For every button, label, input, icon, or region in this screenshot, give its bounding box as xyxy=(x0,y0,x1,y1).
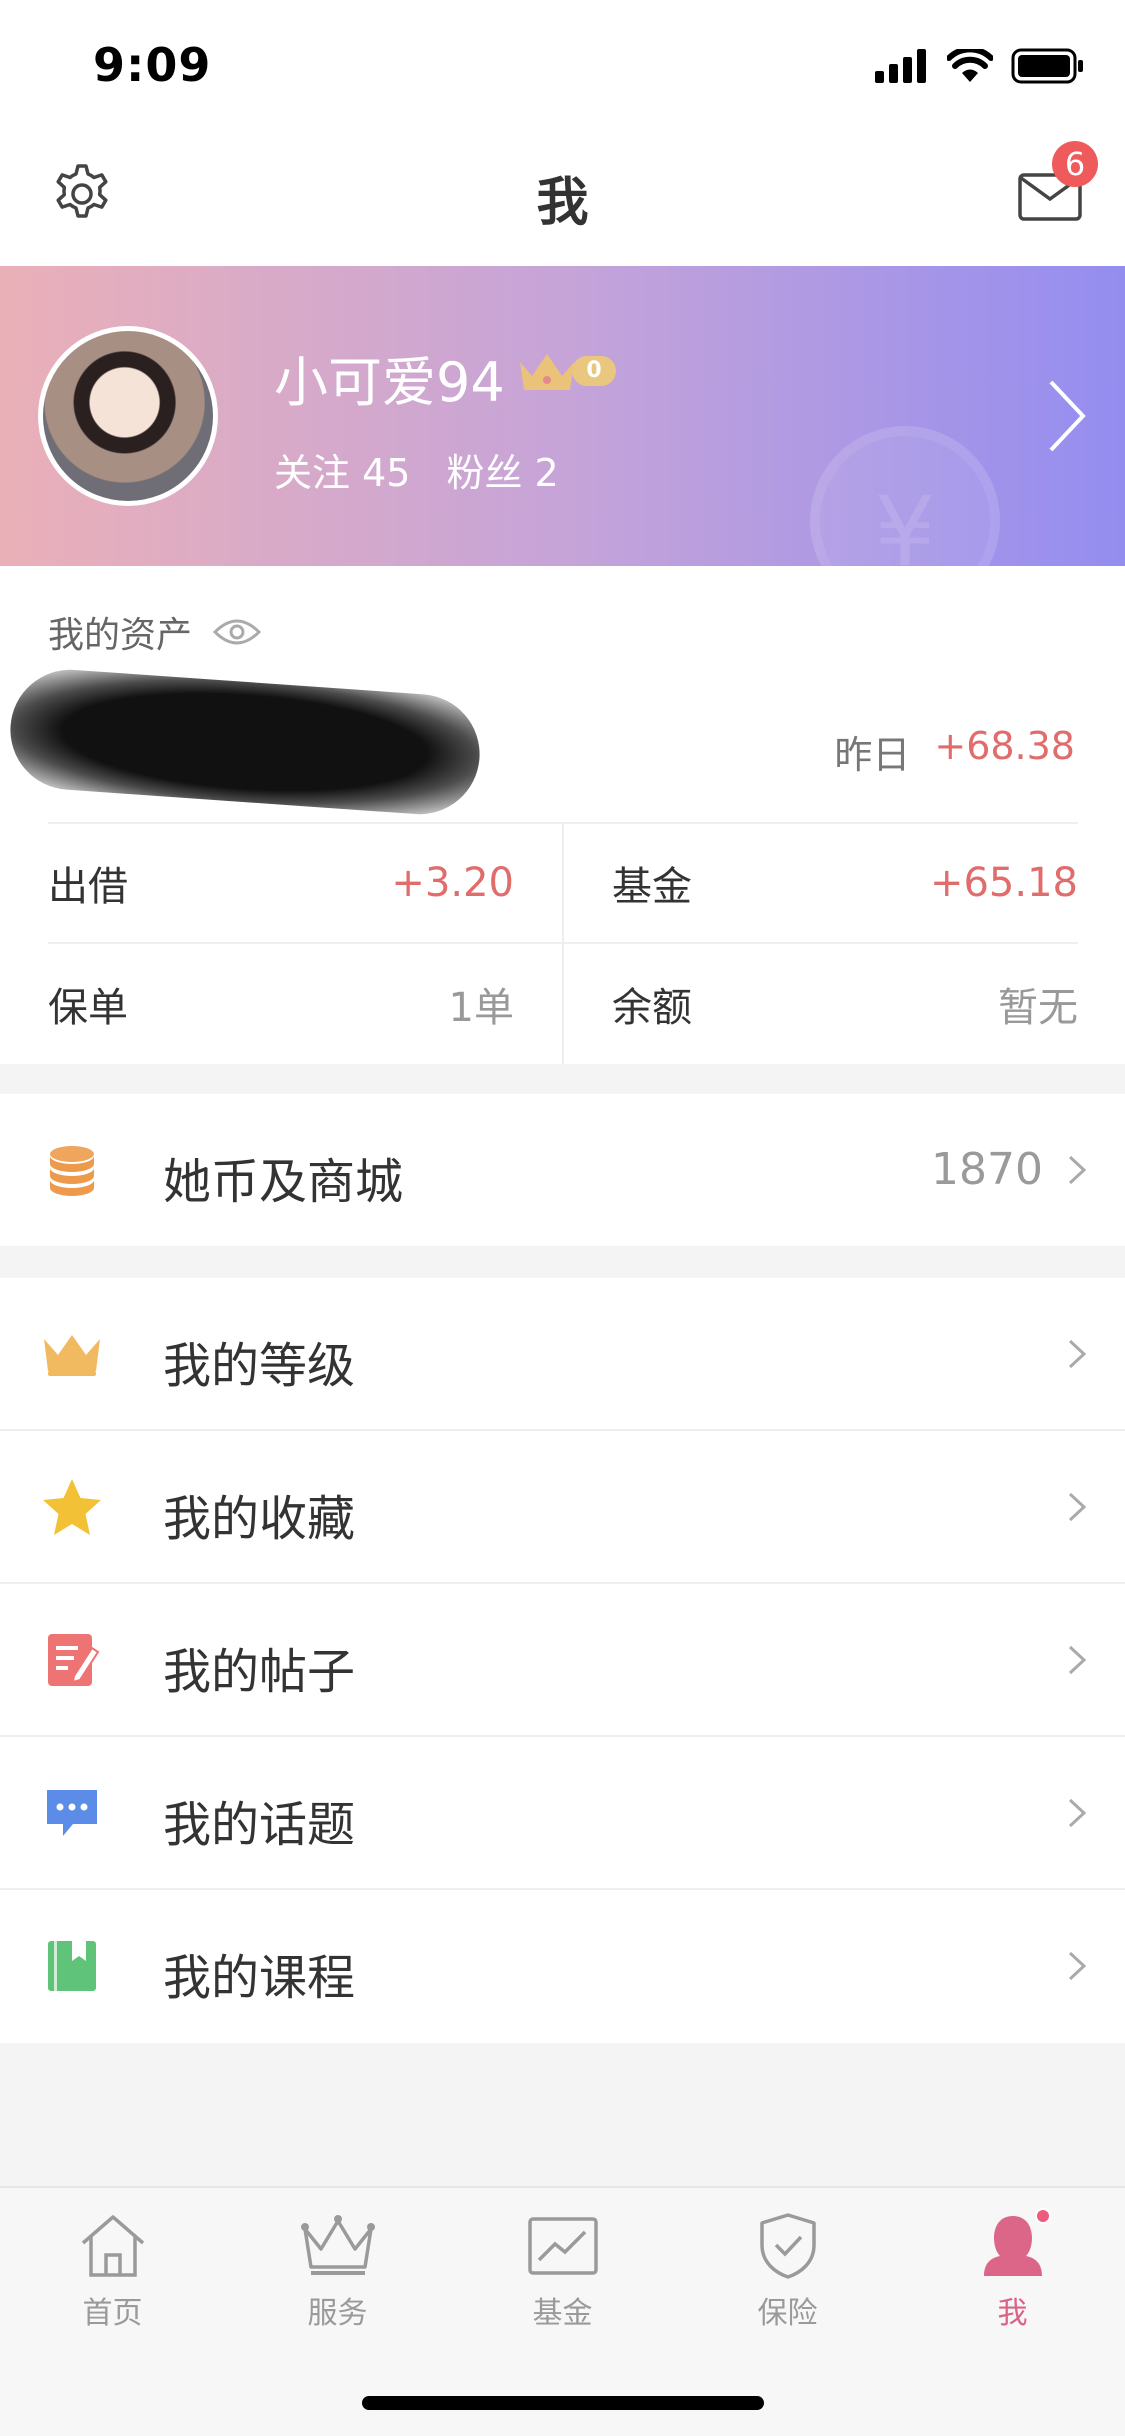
tab-services[interactable]: 服务 xyxy=(225,2188,450,2348)
home-icon xyxy=(73,2208,153,2284)
tab-insurance[interactable]: 保险 xyxy=(675,2188,900,2348)
assets-title: 我的资产 xyxy=(48,615,193,656)
level-pill: 0 xyxy=(572,356,616,386)
chevron-right-icon xyxy=(1049,380,1086,452)
balance-value: 暂无 xyxy=(998,985,1078,1031)
tab-label: 基金 xyxy=(532,2296,593,2331)
follow-stats: 关注 45 粉丝 2 xyxy=(274,442,559,497)
tab-label: 我 xyxy=(997,2296,1028,2331)
chat-icon xyxy=(40,1783,104,1843)
crown-icon xyxy=(40,1324,104,1384)
status-bar: 9:09 xyxy=(0,0,1125,132)
tab-list: 首页 服务 基金 保险 我 xyxy=(0,2188,1125,2348)
avatar[interactable] xyxy=(38,326,218,506)
status-time: 9:09 xyxy=(93,38,212,92)
chevron-right-icon xyxy=(1068,1339,1087,1369)
menu-item-courses[interactable]: 我的课程 xyxy=(0,1890,1125,2043)
assets-card: 我的资产 昨日 +68.38 出借 +3.20 基金 +65.18 保单 1单 … xyxy=(0,566,1125,1064)
fund-value: +65.18 xyxy=(929,860,1078,906)
crown-icon xyxy=(520,354,574,390)
assets-grid: 出借 +3.20 基金 +65.18 保单 1单 余额 暂无 xyxy=(48,822,1078,1064)
menu-item-label: 我的帖子 xyxy=(163,1644,356,1700)
chevron-right-icon xyxy=(1068,1798,1087,1828)
assets-header: 我的资产 xyxy=(48,606,262,658)
screen: 9:09 我 6 ¥ 小可爱94 0 关注 45 粉丝 2 我的资产 昨日 +6… xyxy=(0,0,1125,2436)
tab-bar: 首页 服务 基金 保险 我 xyxy=(0,2186,1125,2436)
coins-value: 1870 xyxy=(931,1144,1043,1195)
assets-grid-row: 保单 1单 余额 暂无 xyxy=(48,944,1078,1064)
menu-item-topics[interactable]: 我的话题 xyxy=(0,1737,1125,1890)
lending-label: 出借 xyxy=(48,864,128,910)
policy-cell[interactable]: 保单 1单 xyxy=(48,944,564,1064)
lending-cell[interactable]: 出借 +3.20 xyxy=(48,824,564,942)
messages-button[interactable]: 6 xyxy=(1010,141,1098,237)
chevron-right-icon xyxy=(1068,1155,1087,1185)
tab-label: 服务 xyxy=(307,2296,368,2331)
unread-badge: 6 xyxy=(1052,141,1098,187)
fund-cell[interactable]: 基金 +65.18 xyxy=(564,824,1078,942)
post-icon xyxy=(40,1630,104,1690)
page-title: 我 xyxy=(536,173,589,233)
crown-outline-icon xyxy=(298,2208,378,2284)
menu-item-posts[interactable]: 我的帖子 xyxy=(0,1584,1125,1737)
signal-icon xyxy=(875,49,926,83)
shield-icon xyxy=(748,2208,828,2284)
tab-funds[interactable]: 基金 xyxy=(450,2188,675,2348)
fund-label: 基金 xyxy=(612,864,692,910)
coins-label: 她币及商城 xyxy=(163,1154,404,1210)
yesterday-value: +68.38 xyxy=(934,724,1075,768)
menu-item-favorites[interactable]: 我的收藏 xyxy=(0,1431,1125,1584)
tab-label: 保险 xyxy=(757,2296,818,2331)
coins-icon xyxy=(40,1140,104,1200)
nav-bar: 我 6 xyxy=(0,132,1125,266)
book-icon xyxy=(40,1936,104,1996)
wifi-icon xyxy=(947,49,993,82)
total-assets-redacted xyxy=(6,665,484,819)
menu-item-label: 我的话题 xyxy=(163,1797,356,1853)
menu-item-label: 我的收藏 xyxy=(163,1491,356,1547)
eye-icon[interactable] xyxy=(212,615,262,649)
username: 小可爱94 xyxy=(274,351,505,414)
assets-grid-row: 出借 +3.20 基金 +65.18 xyxy=(48,824,1078,944)
yesterday-label: 昨日 xyxy=(834,733,911,777)
followers-count[interactable]: 粉丝 2 xyxy=(446,442,558,497)
status-icons xyxy=(875,48,1085,84)
balance-cell[interactable]: 余额 暂无 xyxy=(564,944,1078,1064)
user-icon xyxy=(973,2208,1053,2284)
battery-icon xyxy=(1011,48,1083,84)
yesterday-earnings: 昨日 +68.38 xyxy=(834,724,1075,779)
menu-item-label: 我的课程 xyxy=(163,1950,356,2006)
star-icon xyxy=(40,1477,104,1537)
yen-watermark-icon: ¥ xyxy=(810,426,1000,566)
chevron-right-icon xyxy=(1068,1492,1087,1522)
menu-item-label: 我的等级 xyxy=(163,1338,356,1394)
home-indicator xyxy=(362,2396,764,2410)
chevron-right-icon xyxy=(1068,1951,1087,1981)
tab-label: 首页 xyxy=(82,2296,143,2331)
tab-me[interactable]: 我 xyxy=(900,2188,1125,2348)
tab-home[interactable]: 首页 xyxy=(0,2188,225,2348)
policy-value: 1单 xyxy=(448,985,514,1031)
menu-item-level[interactable]: 我的等级 xyxy=(0,1278,1125,1431)
yen-symbol: ¥ xyxy=(874,476,936,566)
chevron-right-icon xyxy=(1068,1645,1087,1675)
notification-dot xyxy=(1034,2208,1051,2224)
profile-banner[interactable]: ¥ 小可爱94 0 关注 45 粉丝 2 xyxy=(0,266,1125,566)
following-count[interactable]: 关注 45 xyxy=(274,442,410,497)
coins-mall-row[interactable]: 她币及商城 1870 xyxy=(0,1094,1125,1246)
chart-icon xyxy=(523,2208,603,2284)
menu-list: 我的等级 我的收藏 我的帖子 我的话题 我的课程 xyxy=(0,1278,1125,2043)
lending-value: +3.20 xyxy=(391,860,514,906)
balance-label: 余额 xyxy=(612,985,692,1031)
policy-label: 保单 xyxy=(48,985,128,1031)
vip-badge: 0 xyxy=(516,348,616,394)
